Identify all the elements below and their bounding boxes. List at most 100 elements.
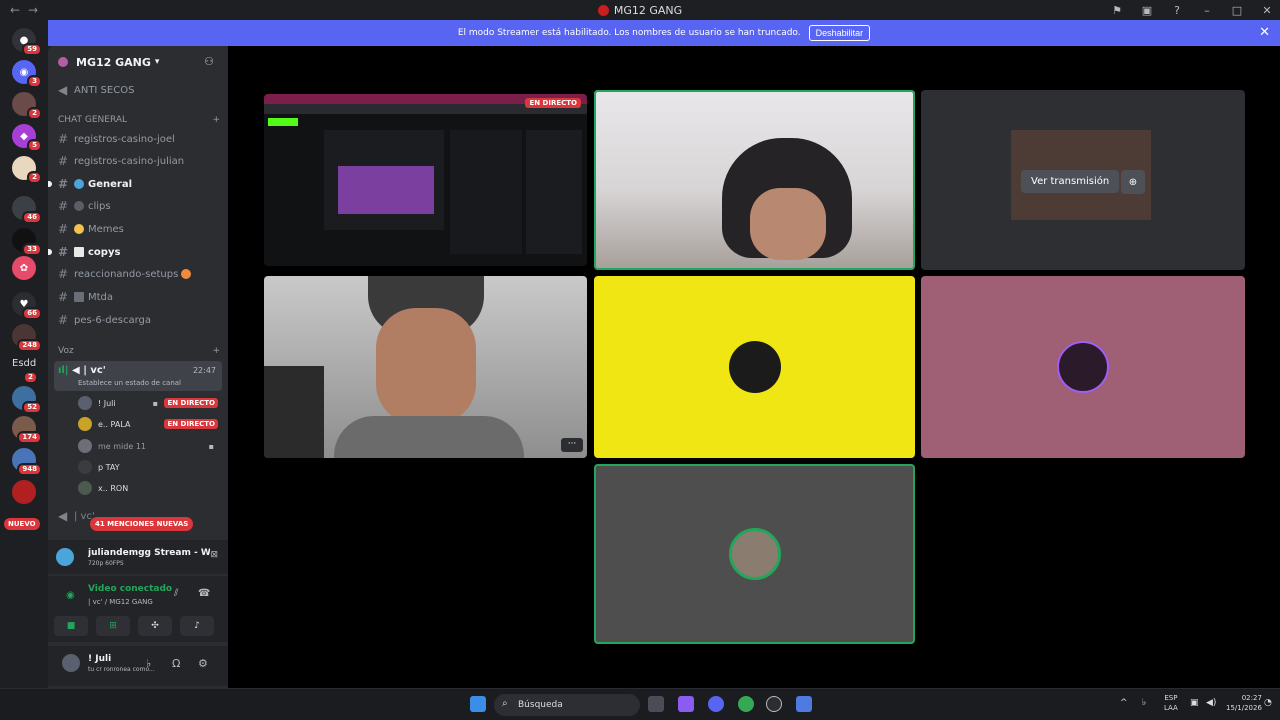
voice-user[interactable]: e.. PALA EN DIRECTO bbox=[78, 415, 220, 433]
noise-suppression-icon[interactable]: ⫽ bbox=[174, 588, 178, 599]
disconnect-icon[interactable]: ☎ bbox=[198, 588, 210, 599]
pop-out-icon[interactable]: ⊕ bbox=[1121, 170, 1145, 194]
text-server-label[interactable]: Esdd bbox=[12, 358, 36, 369]
voice-user[interactable]: x.. RON bbox=[78, 479, 220, 497]
category-voz[interactable]: Voz + bbox=[58, 346, 220, 356]
microphone-tray-icon[interactable]: ♭ bbox=[1142, 698, 1146, 708]
chevron-up-icon[interactable]: ^ bbox=[1120, 698, 1128, 708]
user-name: ! Juli bbox=[88, 654, 112, 664]
hash-icon: # bbox=[58, 245, 69, 259]
activities-button[interactable]: ✣ bbox=[138, 616, 172, 636]
signal-icon[interactable]: ◉ bbox=[66, 590, 75, 601]
kick-logo-icon bbox=[268, 118, 298, 126]
volume-icon[interactable]: ◀) bbox=[1206, 698, 1216, 708]
close-banner-icon[interactable]: ✕ bbox=[1259, 25, 1270, 40]
channel-copys[interactable]: # copys bbox=[58, 242, 218, 262]
server-icon[interactable]: ♥ 66 bbox=[12, 292, 42, 320]
gear-icon[interactable]: ⚙ bbox=[198, 657, 208, 670]
microphone-icon[interactable]: ♭ bbox=[146, 657, 151, 670]
headphones-icon[interactable]: Ω bbox=[172, 657, 180, 670]
server-icon[interactable]: 948 bbox=[12, 448, 42, 476]
stream-card[interactable]: juliandemgg Stream - Watch Li... 720p 60… bbox=[48, 540, 228, 574]
discord-icon[interactable] bbox=[708, 696, 724, 712]
person-shirt bbox=[334, 416, 524, 458]
start-icon[interactable] bbox=[470, 696, 486, 712]
channel-registros-casino-julian[interactable]: # registros-casino-julian bbox=[58, 151, 218, 171]
back-arrow-icon[interactable]: ← bbox=[6, 3, 24, 17]
inbox-icon[interactable]: ⚑ bbox=[1110, 4, 1124, 17]
server-icon[interactable]: 52 bbox=[12, 386, 42, 414]
camera-button[interactable]: ■ bbox=[54, 616, 88, 636]
server-icon[interactable]: ✿ bbox=[12, 256, 36, 280]
app-icon[interactable] bbox=[766, 696, 782, 712]
screenshare-tile[interactable]: EN DIRECTO bbox=[264, 94, 587, 266]
channel-memes[interactable]: # Memes bbox=[58, 219, 218, 239]
help-icon[interactable]: ? bbox=[1170, 4, 1184, 17]
copilot-icon[interactable] bbox=[678, 696, 694, 712]
voice-connected-channel[interactable]: | vc' / MG12 GANG bbox=[88, 598, 153, 606]
server-icon[interactable]: 33 bbox=[12, 228, 42, 256]
camera-tile-active[interactable] bbox=[594, 90, 915, 270]
channel-mtda[interactable]: # Mtda bbox=[58, 287, 218, 307]
voice-connected-label[interactable]: Video conectado bbox=[88, 584, 172, 594]
add-channel-icon[interactable]: + bbox=[212, 346, 220, 356]
server-icon[interactable]: ◉ 3 bbox=[12, 60, 42, 88]
language-indicator[interactable]: ESP LAA bbox=[1164, 693, 1178, 713]
server-header[interactable]: MG12 GANG ▾ ⚇ bbox=[48, 46, 228, 78]
channel-general[interactable]: # General bbox=[58, 174, 218, 194]
language-line-1: ESP bbox=[1164, 694, 1178, 702]
new-badge[interactable]: NUEVO bbox=[4, 518, 40, 530]
voice-channel-vc[interactable]: ıl| ◀ | vc' 22:47 Establece un estado de… bbox=[54, 361, 222, 391]
server-icon[interactable]: 2 bbox=[12, 156, 42, 184]
close-window-icon[interactable]: ✕ bbox=[1260, 4, 1274, 17]
server-name: MG12 GANG bbox=[76, 55, 151, 69]
new-mentions-badge[interactable]: 41 MENCIONES NUEVAS bbox=[90, 517, 194, 531]
camera-tile[interactable]: ··· bbox=[264, 276, 587, 458]
server-icon[interactable]: 2 bbox=[12, 92, 42, 120]
clock[interactable]: 02:27 15/1/2026 bbox=[1226, 693, 1262, 713]
channel-registros-casino-joel[interactable]: # registros-casino-joel bbox=[58, 129, 218, 149]
server-icon[interactable]: 46 bbox=[12, 196, 42, 224]
channel-anti-secos[interactable]: ◀ ANTI SECOS bbox=[58, 80, 218, 100]
server-icon[interactable] bbox=[12, 480, 36, 504]
voice-channel-status[interactable]: Establece un estado de canal bbox=[78, 379, 181, 387]
watch-stream-button[interactable]: Ver transmisión bbox=[1021, 170, 1120, 193]
more-options-button[interactable]: ··· bbox=[561, 438, 583, 452]
avatar-tile-gray[interactable] bbox=[594, 464, 915, 644]
voice-user[interactable]: ! Juli ▪ EN DIRECTO bbox=[78, 394, 220, 412]
channel-reaccionando-setups[interactable]: # reaccionando-setups bbox=[58, 264, 218, 284]
invite-icon[interactable]: ⚇ bbox=[204, 55, 214, 68]
taskbar-search[interactable]: ⌕ Búsqueda bbox=[494, 694, 640, 716]
voice-user[interactable]: p TAY bbox=[78, 458, 220, 476]
screenshare-button[interactable]: ⊞ bbox=[96, 616, 130, 636]
app-icon[interactable] bbox=[796, 696, 812, 712]
voice-user[interactable]: me mide 11 ▪ bbox=[78, 437, 220, 455]
add-channel-icon[interactable]: + bbox=[212, 115, 220, 125]
server-icon[interactable]: 248 bbox=[12, 324, 42, 352]
minimize-icon[interactable]: – bbox=[1200, 4, 1214, 17]
screen-tray-icon[interactable]: ▣ bbox=[1190, 698, 1199, 708]
soundboard-button[interactable]: ♪ bbox=[180, 616, 214, 636]
stream-preview-tile[interactable]: Ver transmisión ⊕ bbox=[921, 90, 1245, 270]
notifications-icon[interactable]: ◔ bbox=[1264, 698, 1272, 708]
task-view-icon[interactable] bbox=[648, 696, 664, 712]
channel-label: clips bbox=[88, 200, 111, 212]
avatar-tile-yellow[interactable] bbox=[594, 276, 915, 458]
category-chat-general[interactable]: CHAT GENERAL + bbox=[58, 115, 220, 125]
direct-messages-icon[interactable]: ● 59 bbox=[12, 28, 42, 56]
channel-pes-6-descarga[interactable]: # pes-6-descarga bbox=[58, 310, 218, 330]
server-icon[interactable]: ◆ 5 bbox=[12, 124, 42, 152]
close-stream-icon[interactable]: ⊠ bbox=[210, 550, 218, 560]
maximize-icon[interactable]: □ bbox=[1230, 4, 1244, 17]
voice-user-name: e.. PALA bbox=[98, 419, 131, 429]
avatar[interactable] bbox=[62, 654, 80, 672]
channel-label: General bbox=[88, 178, 132, 190]
chrome-icon[interactable] bbox=[738, 696, 754, 712]
forward-arrow-icon[interactable]: → bbox=[24, 3, 42, 17]
avatar-tile-pink[interactable] bbox=[921, 276, 1245, 458]
server-icon[interactable]: 174 bbox=[12, 416, 42, 444]
disable-streamer-button[interactable]: Deshabilitar bbox=[808, 25, 871, 41]
screen-icon[interactable]: ▣ bbox=[1140, 4, 1154, 17]
hash-icon: # bbox=[58, 290, 69, 304]
channel-clips[interactable]: # clips bbox=[58, 196, 218, 216]
